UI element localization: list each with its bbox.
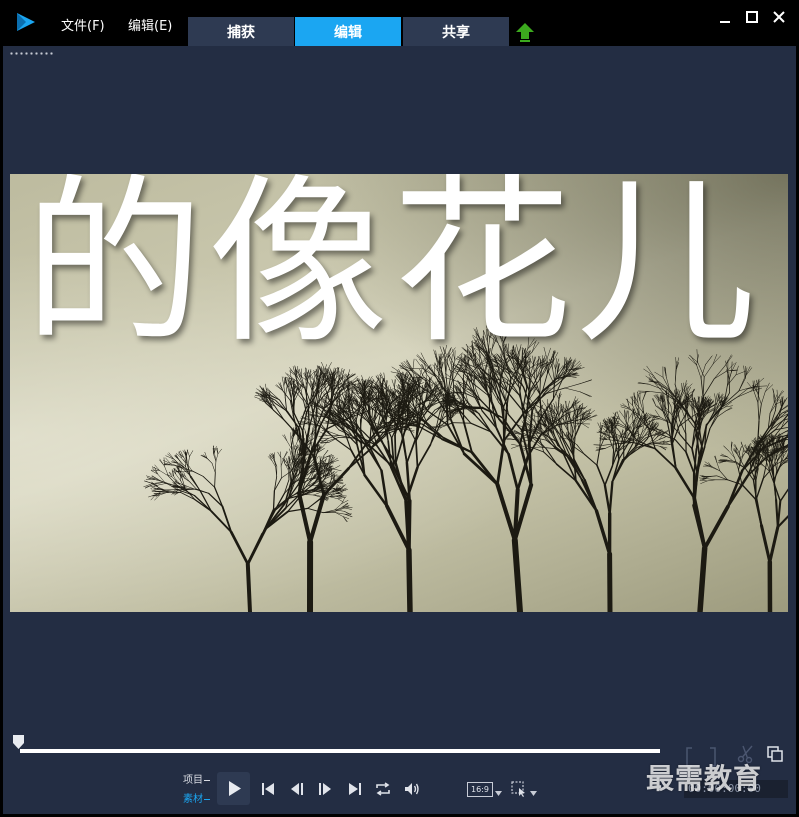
close-icon[interactable] [771,9,787,25]
menu-file[interactable]: 文件(F) [61,15,105,34]
crop-icon[interactable] [511,781,527,797]
go-to-end-icon[interactable] [346,780,364,798]
mode-clip[interactable]: 素材 [183,790,210,805]
previous-frame-icon[interactable] [289,780,307,798]
video-preview[interactable]: 的像花儿 [10,174,788,612]
chevron-down-icon[interactable] [530,791,537,796]
volume-icon[interactable] [403,780,421,798]
next-frame-icon[interactable] [316,780,334,798]
scrubber-handle[interactable] [13,735,24,749]
title-overlay-text: 的像花儿 [24,174,761,368]
upload-icon[interactable] [515,22,535,42]
play-button[interactable] [217,772,250,805]
tab-edit[interactable]: 编辑 [295,17,401,46]
drag-handle[interactable] [9,52,55,55]
mode-project-dash [204,779,210,781]
menu-edit[interactable]: 编辑(E) [128,15,172,34]
mode-clip-label: 素材 [183,794,203,805]
watermark-text: 最需教育 [646,762,763,795]
minimize-icon[interactable] [717,9,733,25]
repeat-icon[interactable] [374,780,392,798]
maximize-icon[interactable] [744,9,760,25]
mode-project[interactable]: 项目 [183,771,210,786]
mode-clip-dash [204,798,210,800]
copy-icon[interactable] [767,746,783,762]
aspect-ratio-select[interactable]: 16:9 [467,782,493,797]
go-to-start-icon[interactable] [259,780,277,798]
play-icon [229,781,241,796]
mode-project-label: 项目 [183,775,203,786]
title-bar: 文件(F) 编辑(E) 捕获 编辑 共享 [0,0,799,46]
tab-capture[interactable]: 捕获 [188,17,294,46]
app-logo-icon[interactable] [15,11,37,33]
tab-share[interactable]: 共享 [403,17,509,46]
chevron-down-icon[interactable] [495,791,502,796]
scrub-track[interactable] [20,749,660,753]
